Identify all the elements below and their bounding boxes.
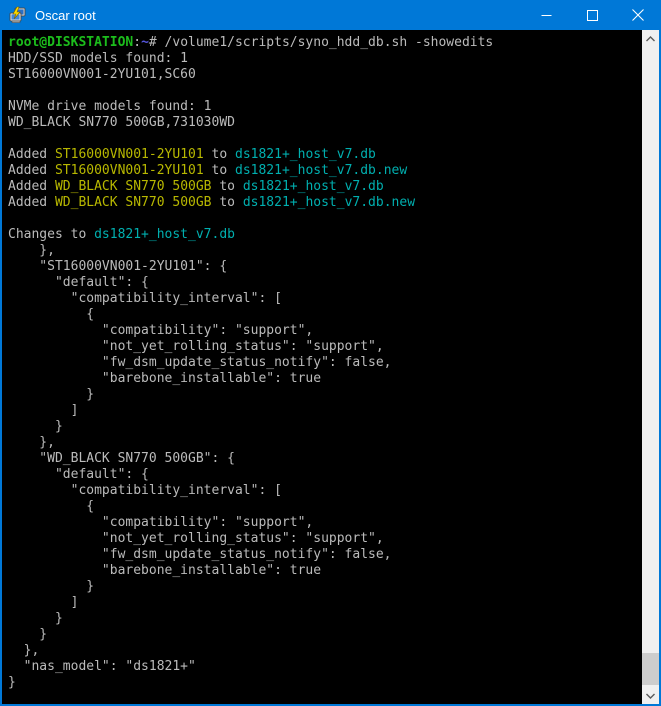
putty-terminal-icon[interactable] (9, 6, 27, 24)
close-icon (632, 9, 644, 21)
close-button[interactable] (615, 0, 661, 30)
terminal-line: } (8, 579, 642, 595)
terminal-line: "compatibility": "support", (8, 323, 642, 339)
window-title: Oscar root (35, 8, 523, 23)
terminal-line: "not_yet_rolling_status": "support", (8, 339, 642, 355)
chevron-up-icon (646, 36, 655, 42)
maximize-icon (587, 10, 598, 21)
terminal-line: }, (8, 243, 642, 259)
terminal-line (8, 131, 642, 147)
terminal-line: Changes to ds1821+_host_v7.db (8, 227, 642, 243)
terminal-line: } (8, 627, 642, 643)
chevron-down-icon (646, 693, 655, 699)
terminal-line: "not_yet_rolling_status": "support", (8, 531, 642, 547)
putty-window: Oscar root root@DISKSTATION:~# /volume1/… (0, 0, 661, 706)
terminal-line: Added WD_BLACK SN770 500GB to ds1821+_ho… (8, 179, 642, 195)
titlebar[interactable]: Oscar root (0, 0, 661, 30)
scrollbar[interactable] (642, 30, 659, 704)
terminal-line: root@DISKSTATION:~# /volume1/scripts/syn… (8, 35, 642, 51)
terminal-line: { (8, 499, 642, 515)
terminal-content[interactable]: root@DISKSTATION:~# /volume1/scripts/syn… (2, 30, 642, 704)
window-body: root@DISKSTATION:~# /volume1/scripts/syn… (0, 30, 661, 706)
scroll-down-button[interactable] (642, 687, 659, 704)
terminal-line: } (8, 387, 642, 403)
terminal-line: Added ST16000VN001-2YU101 to ds1821+_hos… (8, 147, 642, 163)
terminal-line: "WD_BLACK SN770 500GB": { (8, 451, 642, 467)
minimize-button[interactable] (523, 0, 569, 30)
terminal-line: }, (8, 435, 642, 451)
terminal-line: ] (8, 403, 642, 419)
terminal-line: "fw_dsm_update_status_notify": false, (8, 547, 642, 563)
terminal-line: "default": { (8, 467, 642, 483)
terminal-line: }, (8, 643, 642, 659)
terminal-line: } (8, 611, 642, 627)
terminal-line: "barebone_installable": true (8, 371, 642, 387)
terminal-line: "nas_model": "ds1821+" (8, 659, 642, 675)
scrollbar-thumb[interactable] (642, 653, 659, 685)
terminal-line (8, 211, 642, 227)
terminal-line: "barebone_installable": true (8, 563, 642, 579)
terminal-line: ST16000VN001-2YU101,SC60 (8, 67, 642, 83)
terminal-line: "default": { (8, 275, 642, 291)
terminal-line: "compatibility": "support", (8, 515, 642, 531)
terminal-line: Added WD_BLACK SN770 500GB to ds1821+_ho… (8, 195, 642, 211)
terminal-line: NVMe drive models found: 1 (8, 99, 642, 115)
minimize-icon (541, 10, 552, 21)
terminal-line: HDD/SSD models found: 1 (8, 51, 642, 67)
maximize-button[interactable] (569, 0, 615, 30)
terminal-line: "compatibility_interval": [ (8, 291, 642, 307)
terminal-line: } (8, 419, 642, 435)
terminal-line (8, 83, 642, 99)
terminal-line: "compatibility_interval": [ (8, 483, 642, 499)
terminal-line: } (8, 675, 642, 691)
terminal-line: WD_BLACK SN770 500GB,731030WD (8, 115, 642, 131)
terminal-line: ] (8, 595, 642, 611)
terminal-line: "ST16000VN001-2YU101": { (8, 259, 642, 275)
terminal-line: Added ST16000VN001-2YU101 to ds1821+_hos… (8, 163, 642, 179)
terminal-line: "fw_dsm_update_status_notify": false, (8, 355, 642, 371)
terminal-line: { (8, 307, 642, 323)
scroll-up-button[interactable] (642, 30, 659, 47)
